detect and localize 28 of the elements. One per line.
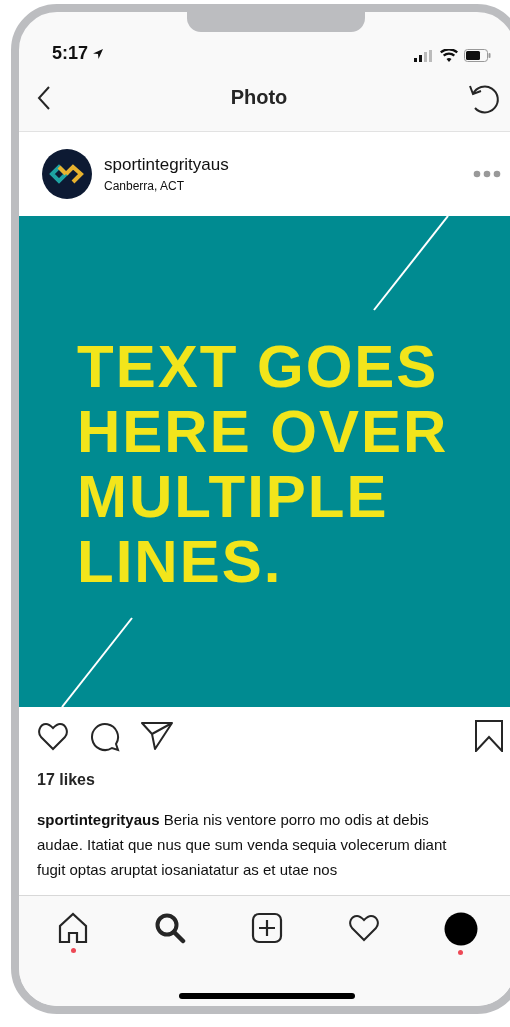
likes-count: 17 likes (37, 771, 96, 789)
battery-icon (464, 49, 491, 62)
wifi-icon (440, 49, 458, 62)
back-icon[interactable] (37, 85, 51, 110)
screen-title: Photo (230, 86, 288, 109)
location-text: Canberra, ACT (104, 179, 186, 193)
signal-icon (414, 49, 434, 62)
more-icon[interactable] (473, 170, 501, 178)
comment-icon[interactable] (89, 720, 121, 752)
heart-icon (347, 912, 380, 944)
avatar-icon (443, 912, 478, 946)
post-caption: sportintegrityaus Beria nis ventore porro mo odis at debis audae. Itatiat que nus que sum venda sequia volecerum diant fugit optas aruptat iosaniatatur as et utae nos (37, 810, 448, 880)
image-text-line: TEXT GOES (77, 334, 440, 399)
send-icon[interactable] (141, 721, 173, 751)
status-time: 5:17 (52, 43, 89, 64)
home-icon (57, 912, 90, 944)
image-text-line: HERE OVER (77, 399, 449, 464)
username[interactable]: sportintegrityaus (104, 155, 461, 175)
location-arrow-icon (92, 47, 105, 60)
search-icon (154, 912, 187, 944)
logo-avatar-icon[interactable] (42, 149, 92, 199)
notification-dot (458, 950, 464, 955)
add-icon (251, 912, 283, 944)
image-text-line: MULTIPLE (77, 464, 390, 529)
image-text-line: LINES. (77, 529, 284, 594)
heart-icon[interactable] (37, 721, 69, 751)
notification-dot (70, 948, 76, 953)
bookmark-icon[interactable] (475, 720, 503, 752)
